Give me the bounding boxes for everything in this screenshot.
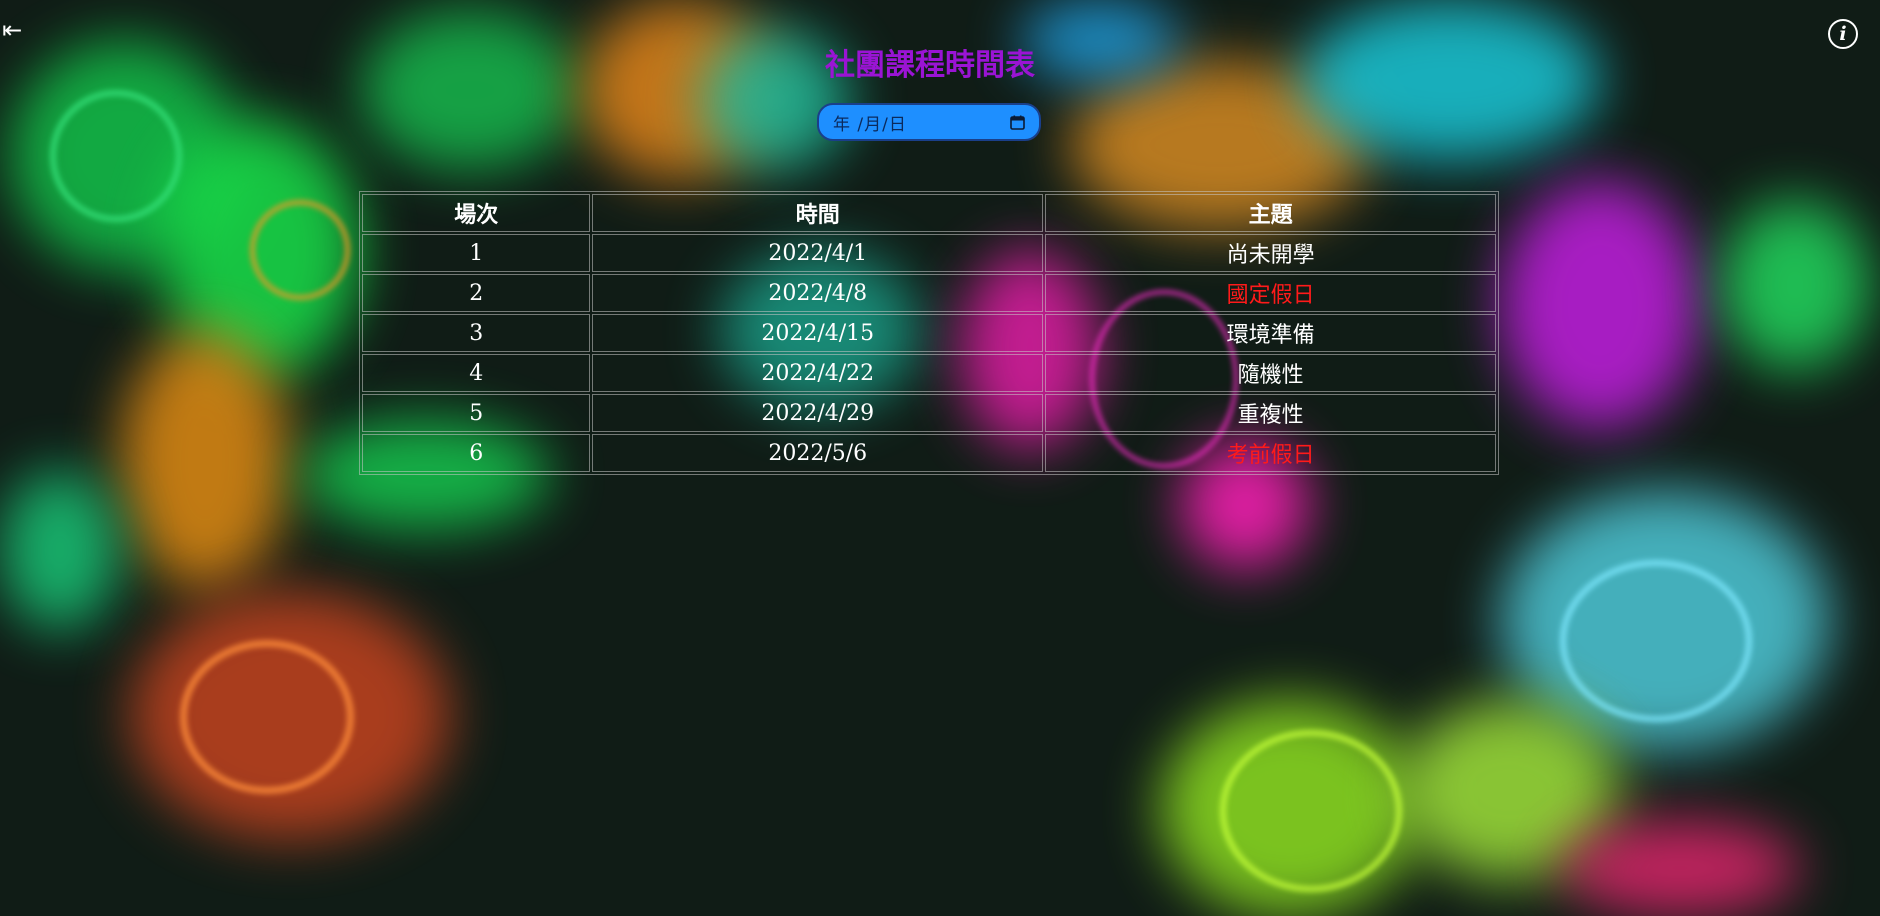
cell-session: 4 — [362, 354, 591, 392]
cell-date: 2022/4/29 — [592, 394, 1044, 432]
table-row: 2 2022/4/8 國定假日 — [362, 274, 1496, 312]
table-row: 6 2022/5/6 考前假日 — [362, 434, 1496, 472]
header-time: 時間 — [592, 194, 1044, 232]
header-topic: 主題 — [1045, 194, 1496, 232]
cell-date: 2022/4/1 — [592, 234, 1044, 272]
table-header-row: 場次 時間 主題 — [362, 194, 1496, 232]
cell-topic: 重複性 — [1045, 394, 1496, 432]
cell-date: 2022/4/22 — [592, 354, 1044, 392]
table-row: 1 2022/4/1 尚未開學 — [362, 234, 1496, 272]
back-icon[interactable]: ⇤ — [2, 18, 22, 42]
cell-session: 6 — [362, 434, 591, 472]
cell-session: 1 — [362, 234, 591, 272]
calendar-icon[interactable] — [1010, 115, 1025, 130]
table-row: 5 2022/4/29 重複性 — [362, 394, 1496, 432]
cell-session: 5 — [362, 394, 591, 432]
cell-date: 2022/4/15 — [592, 314, 1044, 352]
cell-topic: 尚未開學 — [1045, 234, 1496, 272]
date-placeholder: 年 /月/日 — [833, 114, 907, 135]
date-picker-input[interactable]: 年 /月/日 — [817, 103, 1041, 141]
cell-topic: 隨機性 — [1045, 354, 1496, 392]
table-row: 3 2022/4/15 環境準備 — [362, 314, 1496, 352]
schedule-table: 場次 時間 主題 1 2022/4/1 尚未開學 2 2022/4/8 國定假日… — [359, 191, 1499, 475]
cell-session: 2 — [362, 274, 591, 312]
cell-date: 2022/4/8 — [592, 274, 1044, 312]
table-row: 4 2022/4/22 隨機性 — [362, 354, 1496, 392]
header-session: 場次 — [362, 194, 591, 232]
page: ⇤ i 社團課程時間表 年 /月/日 場次 時間 主題 1 2022/4/1 尚… — [0, 0, 1880, 916]
cell-topic-holiday: 國定假日 — [1045, 274, 1496, 312]
cell-topic-holiday: 考前假日 — [1045, 434, 1496, 472]
cell-topic: 環境準備 — [1045, 314, 1496, 352]
cell-date: 2022/5/6 — [592, 434, 1044, 472]
cell-session: 3 — [362, 314, 591, 352]
page-title: 社團課程時間表 — [825, 48, 1035, 83]
